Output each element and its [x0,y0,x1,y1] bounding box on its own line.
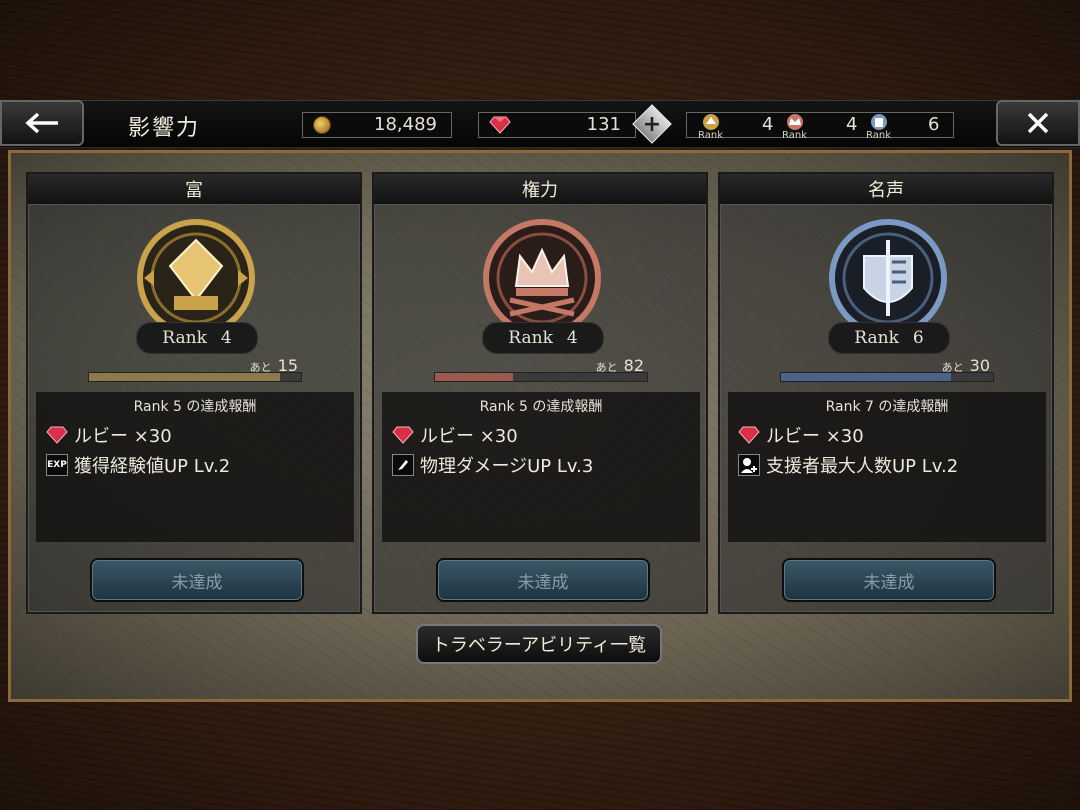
power-panel: 権力 Rank 4 あと 82 Rank 5 の達成報酬 ルビー ×30 物理ダ… [372,172,708,614]
reward-item: ルビー ×30 [46,422,172,448]
wealth-rank-label: Rank [698,130,723,141]
reward-item: ルビー ×30 [738,422,864,448]
reward-box: Rank 7 の達成報酬 ルビー ×30 支援者最大人数UP Lv.2 [728,392,1046,542]
panel-title: 富 [28,174,360,205]
reward-box: Rank 5 の達成報酬 ルビー ×30 EXP 獲得経験値UP Lv.2 [36,392,354,542]
power-rank-icon [787,114,803,130]
fame-rank-value: 6 [928,114,940,135]
rank-badge: Rank 4 [136,322,258,354]
ruby-counter: 131 [478,112,636,138]
rank-summary [686,112,954,138]
reward-title: Rank 5 の達成報酬 [133,399,257,415]
ruby-icon [489,116,511,134]
reward-box: Rank 5 の達成報酬 ルビー ×30 物理ダメージUP Lv.3 [382,392,700,542]
wealth-rank-icon [703,114,719,130]
reward-item: EXP 獲得経験値UP Lv.2 [46,454,231,477]
ruby-icon [392,426,414,444]
reward-title: Rank 5 の達成報酬 [479,399,603,415]
reward-title: Rank 7 の達成報酬 [825,399,949,415]
reward-item: ルビー ×30 [392,422,518,448]
close-button[interactable] [996,100,1080,146]
wealth-rank-value: 4 [762,114,774,135]
reward-item: 支援者最大人数UP Lv.2 [738,452,958,478]
ruby-value: 131 [586,114,621,135]
ruby-icon [46,426,68,444]
traveler-ability-list-button[interactable]: トラベラーアビリティ一覧 [416,624,662,664]
panel-title: 名声 [720,174,1052,205]
progress-bar [780,372,994,382]
gold-coin-icon [313,116,331,134]
power-rank-value: 4 [846,114,858,135]
close-icon [1027,112,1049,134]
page-title: 影響力 [128,116,201,141]
progress-fill [435,373,514,381]
gold-value: 18,489 [374,114,437,135]
claim-button[interactable]: 未達成 [436,558,650,602]
fame-rank-icon [871,114,887,130]
fame-rank-label: Rank [866,130,891,141]
claim-button[interactable]: 未達成 [90,558,304,602]
progress-bar [88,372,302,382]
back-button[interactable] [0,100,84,146]
progress-bar [434,372,648,382]
progress-fill [781,373,951,381]
panel-title: 権力 [374,174,706,205]
rank-badge: Rank 4 [482,322,604,354]
fame-panel: 名声 Rank 6 あと 30 Rank 7 の達成報酬 ルビー ×30 支援者… [718,172,1054,614]
supporter-icon [738,454,760,476]
physical-damage-icon [392,454,414,476]
reward-item: 物理ダメージUP Lv.3 [392,452,593,478]
exp-icon: EXP [46,454,68,476]
progress-fill [89,373,280,381]
arrow-left-icon [25,112,58,134]
power-rank-label: Rank [782,130,807,141]
wealth-panel: 富 Rank 4 あと 15 Rank 5 の達成報酬 ルビー ×30 EXP … [26,172,362,614]
rank-badge: Rank 6 [828,322,950,354]
gold-counter: 18,489 [302,112,452,138]
claim-button[interactable]: 未達成 [782,558,996,602]
ruby-icon [738,426,760,444]
